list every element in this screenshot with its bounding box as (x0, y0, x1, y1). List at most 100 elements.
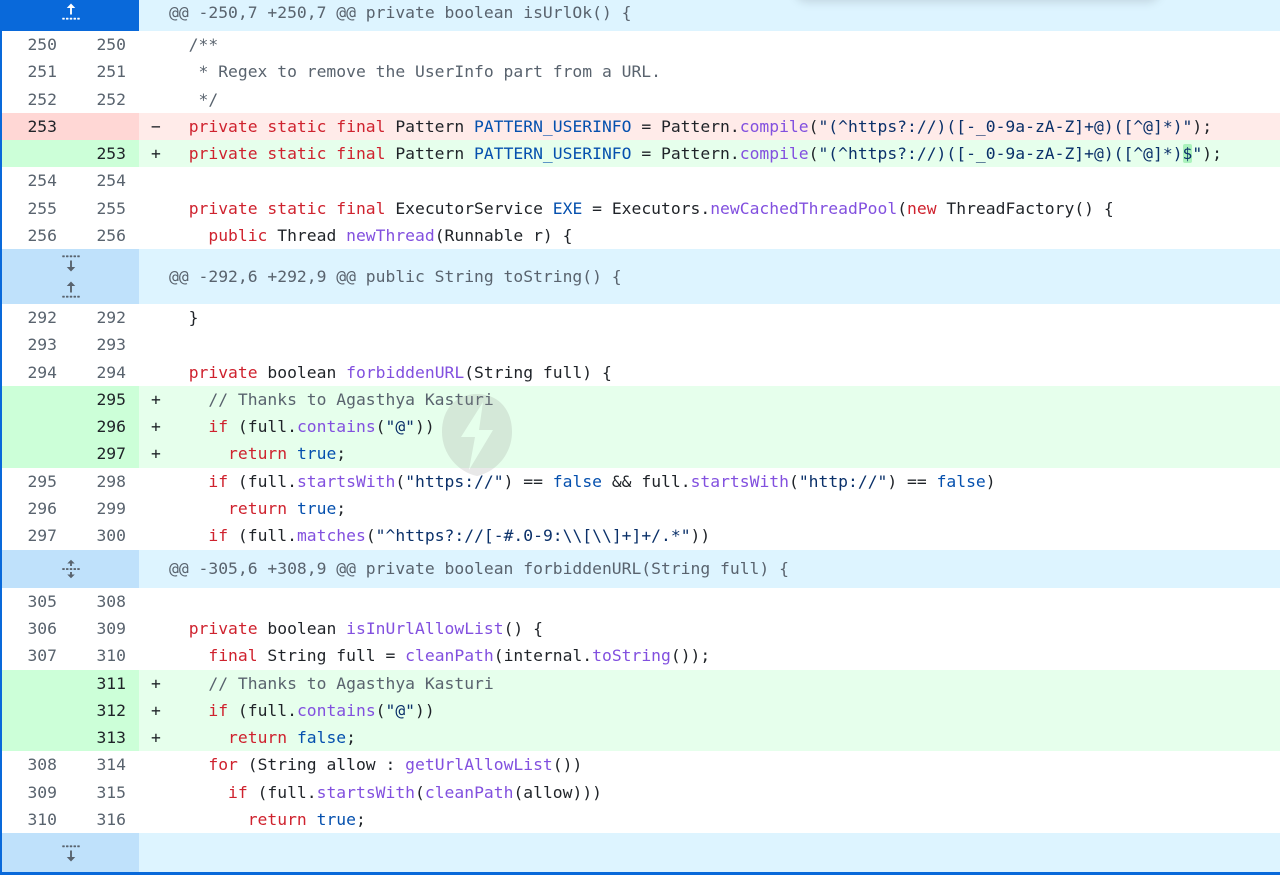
diff-marker (139, 31, 169, 58)
old-line-number[interactable]: 305 (2, 587, 70, 615)
new-line-number[interactable]: 300 (70, 522, 139, 550)
code-token: ( (808, 144, 819, 164)
diff-marker (139, 359, 169, 386)
code-token: ; (346, 728, 356, 748)
new-line-number[interactable]: 314 (70, 751, 139, 779)
old-line-number[interactable]: 254 (2, 167, 70, 195)
new-line-number[interactable]: 251 (70, 58, 139, 86)
expand-up-button[interactable] (2, 0, 139, 31)
code-token: ( (788, 471, 799, 491)
diff-marker: + (139, 696, 169, 725)
diff-marker (139, 195, 169, 222)
new-line-number[interactable]: 296 (70, 413, 139, 441)
old-line-number[interactable]: 292 (2, 303, 70, 332)
new-line-number[interactable]: 316 (70, 806, 139, 834)
code-token: ( (415, 782, 425, 802)
old-line-number[interactable]: 253 (2, 112, 70, 141)
old-line-number[interactable]: 309 (2, 778, 70, 807)
diff-marker (139, 522, 169, 549)
diff-marker (139, 615, 169, 642)
fold-down-icon (61, 845, 80, 862)
old-line-number[interactable]: 251 (2, 58, 70, 86)
old-line-number[interactable]: 255 (2, 194, 70, 223)
code-token: ( (395, 471, 406, 491)
code-token: if (208, 700, 229, 720)
diff-line: 294 294 private boolean forbiddenURL(Stri… (2, 358, 1280, 386)
old-line-number[interactable]: 293 (2, 331, 70, 359)
new-line-number[interactable]: 310 (70, 642, 139, 670)
new-line-number[interactable]: 315 (70, 778, 139, 807)
new-line-number[interactable]: 297 (70, 440, 139, 468)
old-line-number[interactable]: 250 (2, 31, 70, 59)
code-token: new (907, 198, 937, 218)
old-line-number[interactable]: 296 (2, 495, 70, 523)
diff-line: 292 292 } (2, 303, 1280, 332)
diff-marker (139, 167, 169, 194)
fold-up-icon (61, 281, 80, 298)
code-token: // Thanks to Agasthya Kasturi (208, 389, 494, 409)
code-token: (full. (228, 417, 297, 437)
new-line-number[interactable]: 294 (70, 358, 139, 386)
code-line: /** (169, 31, 1280, 58)
new-line-number[interactable]: 311 (70, 669, 139, 697)
code-token: "^https?://[-#.0-9:\\[\\]+]+/.*" (375, 526, 691, 546)
diff-line: 254 254 (2, 167, 1280, 195)
new-line-number[interactable]: 299 (70, 495, 139, 523)
old-line-number[interactable]: 295 (2, 467, 70, 496)
diff-marker: + (139, 413, 169, 441)
new-line-number[interactable]: 292 (70, 303, 139, 332)
old-line-number[interactable]: 256 (2, 222, 70, 250)
code-token: if (228, 782, 248, 802)
code-token: && full. (602, 471, 691, 491)
code-token: "@" (385, 700, 416, 720)
expand-up-button[interactable] (2, 276, 139, 304)
new-line-number[interactable]: 312 (70, 696, 139, 725)
diff-line: 311 + // Thanks to Agasthya Kasturi (2, 669, 1280, 697)
new-line-number[interactable]: 256 (70, 222, 139, 250)
old-line-number[interactable]: 310 (2, 806, 70, 834)
new-line-number[interactable]: 313 (70, 724, 139, 752)
old-line-number[interactable]: 252 (2, 85, 70, 113)
diff-line: 296 + if (full.contains("@")) (2, 413, 1280, 441)
old-line-number[interactable]: 297 (2, 522, 70, 550)
new-line-number[interactable]: 293 (70, 331, 139, 359)
diff-line: 310 316 return true; (2, 806, 1280, 834)
diff-line: 309 315 if (full.startsWith(cleanPath(all… (2, 778, 1280, 807)
code-token: return (228, 728, 288, 748)
code-token: return (228, 444, 288, 464)
new-line-number[interactable]: 253 (70, 140, 139, 168)
code-token: cleanPath (405, 646, 494, 666)
diff-marker: − (139, 112, 169, 141)
code-token: if (208, 471, 229, 491)
new-line-number[interactable]: 250 (70, 31, 139, 59)
old-line-number[interactable]: 308 (2, 751, 70, 779)
code-token: () { (503, 618, 543, 638)
expand-all-button[interactable] (2, 549, 139, 588)
new-line-number[interactable]: 295 (70, 385, 139, 414)
code-token: newThread (346, 226, 435, 246)
new-line-number[interactable]: 254 (70, 167, 139, 195)
new-line-number[interactable]: 252 (70, 85, 139, 113)
old-line-number[interactable]: 294 (2, 358, 70, 386)
new-line-number[interactable]: 255 (70, 194, 139, 223)
new-line-number[interactable]: 308 (70, 587, 139, 615)
old-line-number[interactable]: 307 (2, 642, 70, 670)
expand-footer-spacer (139, 833, 1280, 872)
old-line-number[interactable]: 306 (2, 614, 70, 643)
hunk-header: @@ -250,7 +250,7 @@ private boolean isUr… (2, 0, 1280, 31)
new-line-number[interactable]: 309 (70, 614, 139, 643)
diff-marker (139, 806, 169, 833)
new-line-number[interactable]: 298 (70, 467, 139, 496)
expand-down-button[interactable] (2, 249, 139, 277)
expand-down-button[interactable] (2, 833, 139, 873)
